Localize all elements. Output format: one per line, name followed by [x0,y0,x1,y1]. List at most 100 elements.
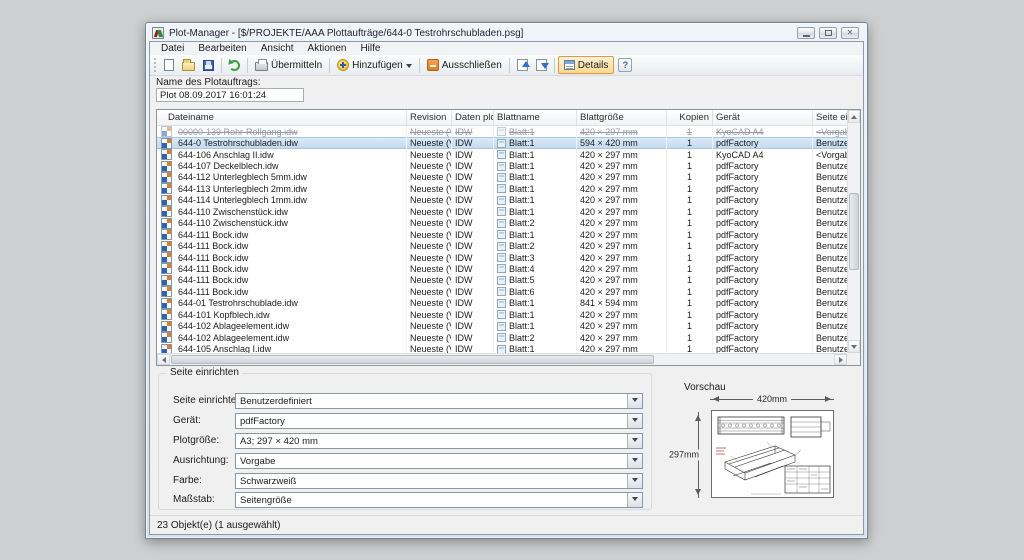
maximize-button[interactable] [819,27,837,39]
column-header-geraet[interactable]: Gerät [713,110,813,125]
table-row[interactable]: 644-114 Unterlegblech 1mm.idwNeueste (V.… [157,195,847,206]
column-header-dateiname[interactable]: Dateiname [157,110,407,125]
file-table: Dateiname Revision Daten plot... Blattna… [156,109,861,366]
table-row[interactable]: 644-0 Testrohrschubladen.idwNeueste (V..… [157,137,847,148]
table-row[interactable]: 644-107 Deckelblech.idwNeueste (V...IDWB… [157,160,847,171]
cell-kopien: 1 [667,320,713,331]
app-icon [152,27,164,39]
cell-dateiname: 644-111 Bock.idw [175,229,407,240]
column-header-blattname[interactable]: Blattname [494,110,577,125]
cell-blattname: Blatt:3 [494,252,577,263]
exclude-label: Ausschließen [442,60,502,71]
dropdown-button[interactable] [627,493,642,507]
table-row[interactable]: 644-112 Unterlegblech 5mm.idwNeueste (V.… [157,172,847,183]
menu-hilfe[interactable]: Hilfe [353,43,387,55]
cell-daten-plot: IDW [452,263,494,274]
scroll-left-button[interactable] [157,354,170,365]
help-button[interactable]: ? [614,56,636,74]
scale-select[interactable]: Seitengröße [235,492,643,508]
menu-aktionen[interactable]: Aktionen [301,43,354,55]
page-down-button[interactable] [532,56,551,74]
table-row[interactable]: 644-01 Testrohrschublade.idwNeueste (V..… [157,298,847,309]
table-row[interactable]: 644-111 Bock.idwNeueste (V...IDWBlatt:14… [157,229,847,240]
table-row[interactable]: 00000-139 Rohr-Rollgang.idwNeueste (V...… [157,126,847,137]
menu-datei[interactable]: Datei [154,43,191,55]
save-button[interactable] [199,56,218,74]
menu-bearbeiten[interactable]: Bearbeiten [191,43,253,55]
device-select[interactable]: pdfFactory [235,413,643,429]
cell-file-icon [157,252,175,263]
new-button[interactable] [160,56,178,74]
dropdown-button[interactable] [627,474,642,488]
add-button[interactable]: Hinzufügen [333,56,416,74]
column-header-revision[interactable]: Revision [407,110,452,125]
preview-height-value: 297mm [667,450,701,461]
submit-button[interactable]: Übermitteln [251,56,326,74]
orientation-select[interactable]: Vorgabe [235,453,643,469]
sheet-icon [497,196,506,205]
job-name-input[interactable] [156,88,304,102]
idw-file-icon [161,218,172,229]
dropdown-button[interactable] [627,394,642,408]
close-button[interactable]: ✕ [841,27,859,39]
sheet-icon [497,184,506,193]
scroll-down-button[interactable] [848,340,860,353]
table-row[interactable]: 644-110 Zwischenstück.idwNeueste (V...ID… [157,218,847,229]
chevron-down-icon [632,438,638,445]
arrow-left-icon [159,357,166,363]
minimize-button[interactable] [797,27,815,39]
titlebar[interactable]: Plot-Manager - [$/PROJEKTE/AAA Plottauft… [146,23,867,41]
column-header-kopien[interactable]: Kopien [667,110,713,125]
cell-dateiname: 644-01 Testrohrschublade.idw [175,298,407,309]
table-row[interactable]: 644-111 Bock.idwNeueste (V...IDWBlatt:34… [157,252,847,263]
menu-ansicht[interactable]: Ansicht [254,43,301,55]
page-up-button[interactable] [513,56,532,74]
table-row[interactable]: 644-111 Bock.idwNeueste (V...IDWBlatt:54… [157,275,847,286]
scroll-right-button[interactable] [834,354,847,365]
page-setup-select[interactable]: Benutzerdefiniert [235,393,643,409]
horizontal-scroll-thumb[interactable] [171,355,654,364]
cell-dateiname: 644-106 Anschlag II.idw [175,149,407,160]
column-header-seite-einrichten[interactable]: Seite einrichten [813,110,847,125]
cell-file-icon [157,137,175,148]
dropdown-button[interactable] [627,434,642,448]
vertical-scrollbar[interactable] [847,110,860,353]
toolbar-grip[interactable] [154,58,157,72]
table-row[interactable]: 644-111 Bock.idwNeueste (V...IDWBlatt:64… [157,286,847,297]
refresh-button[interactable] [225,56,244,74]
cell-revision: Neueste (V... [407,320,452,331]
job-name-label: Name des Plotauftrags: [156,77,261,88]
open-button[interactable] [178,56,199,74]
horizontal-scrollbar[interactable] [157,353,847,365]
table-row[interactable]: 644-110 Zwischenstück.idwNeueste (V...ID… [157,206,847,217]
column-header-blattgroesse[interactable]: Blattgröße [577,110,667,125]
sheet-icon [497,333,506,342]
field-device: Gerät: pdfFactory [159,413,651,428]
table-row[interactable]: 644-111 Bock.idwNeueste (V...IDWBlatt:44… [157,263,847,274]
color-select[interactable]: Schwarzweiß [235,473,643,489]
table-row[interactable]: 644-106 Anschlag II.idwNeueste (V...IDWB… [157,149,847,160]
scroll-up-button[interactable] [848,110,860,123]
table-row[interactable]: 644-102 Ablageelement.idwNeueste (V...ID… [157,332,847,343]
table-row[interactable]: 644-102 Ablageelement.idwNeueste (V...ID… [157,320,847,331]
cell-blattname: Blatt:5 [494,275,577,286]
dropdown-button[interactable] [627,414,642,428]
cell-revision: Neueste (V... [407,240,452,251]
cell-kopien: 1 [667,229,713,240]
minimize-icon [803,35,810,37]
details-button[interactable]: Details [558,56,615,74]
field-page-setup: Seite einrichten: Benutzerdefiniert [159,393,651,408]
column-header-daten-plot[interactable]: Daten plot... [452,110,494,125]
cell-revision: Neueste (V... [407,206,452,217]
table-row[interactable]: 644-111 Bock.idwNeueste (V...IDWBlatt:24… [157,240,847,251]
cell-revision: Neueste (V... [407,229,452,240]
dropdown-button[interactable] [627,454,642,468]
vertical-scroll-thumb[interactable] [849,193,859,271]
cell-geraet: pdfFactory [713,206,813,217]
table-row[interactable]: 644-101 Kopfblech.idwNeueste (V...IDWBla… [157,309,847,320]
idw-file-icon [161,332,172,343]
exclude-button[interactable]: Ausschließen [423,56,506,74]
table-row[interactable]: 644-113 Unterlegblech 2mm.idwNeueste (V.… [157,183,847,194]
preview-width-value: 420mm [753,394,791,405]
plot-size-select[interactable]: A3; 297 × 420 mm [235,433,643,449]
